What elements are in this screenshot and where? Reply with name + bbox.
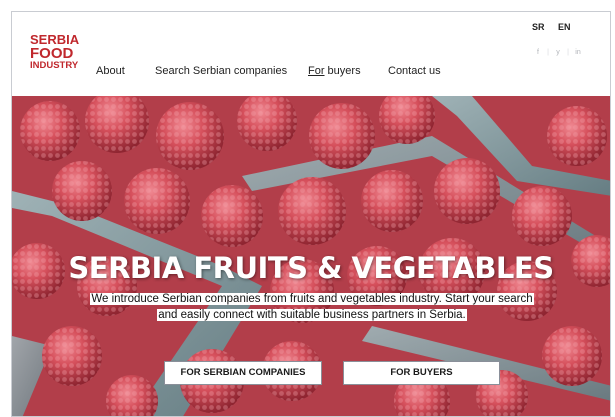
nav-contact-us[interactable]: Contact us (388, 65, 441, 77)
for-buyers-button[interactable]: FOR BUYERS (343, 361, 500, 385)
site-header: SERBIA FOOD INDUSTRY About Search Serbia… (12, 12, 610, 96)
hero-banner: SERBIA FRUITS & VEGETABLES We introduce … (12, 96, 610, 416)
for-serbian-companies-button[interactable]: FOR SERBIAN COMPANIES (164, 361, 322, 385)
linkedin-icon[interactable]: in (571, 49, 585, 56)
language-switcher: SR EN (532, 22, 582, 32)
browser-viewport: SERBIA FOOD INDUSTRY About Search Serbia… (11, 11, 611, 417)
lang-en[interactable]: EN (558, 22, 571, 32)
nav-about[interactable]: About (96, 65, 125, 77)
lang-sr[interactable]: SR (532, 22, 545, 32)
hero-subtitle-text: We introduce Serbian companies from frui… (90, 293, 534, 321)
twitter-icon[interactable]: y (551, 49, 565, 56)
nav-search-companies[interactable]: Search Serbian companies (155, 65, 287, 77)
social-links: f | y | in (531, 49, 585, 56)
nav-for-buyers-rest: buyers (324, 65, 361, 77)
nav-for-buyers[interactable]: For buyers (308, 65, 361, 77)
hero-subtitle: We introduce Serbian companies from frui… (82, 291, 542, 323)
facebook-icon[interactable]: f (531, 49, 545, 56)
nav-for-buyers-underlined: For (308, 65, 325, 77)
logo-line-2: FOOD (30, 44, 74, 62)
hero-title: SERBIA FRUITS & VEGETABLES (68, 251, 554, 285)
serbia-food-industry-logo[interactable]: SERBIA FOOD INDUSTRY (30, 33, 82, 72)
logo-line-3: INDUSTRY (30, 60, 79, 72)
